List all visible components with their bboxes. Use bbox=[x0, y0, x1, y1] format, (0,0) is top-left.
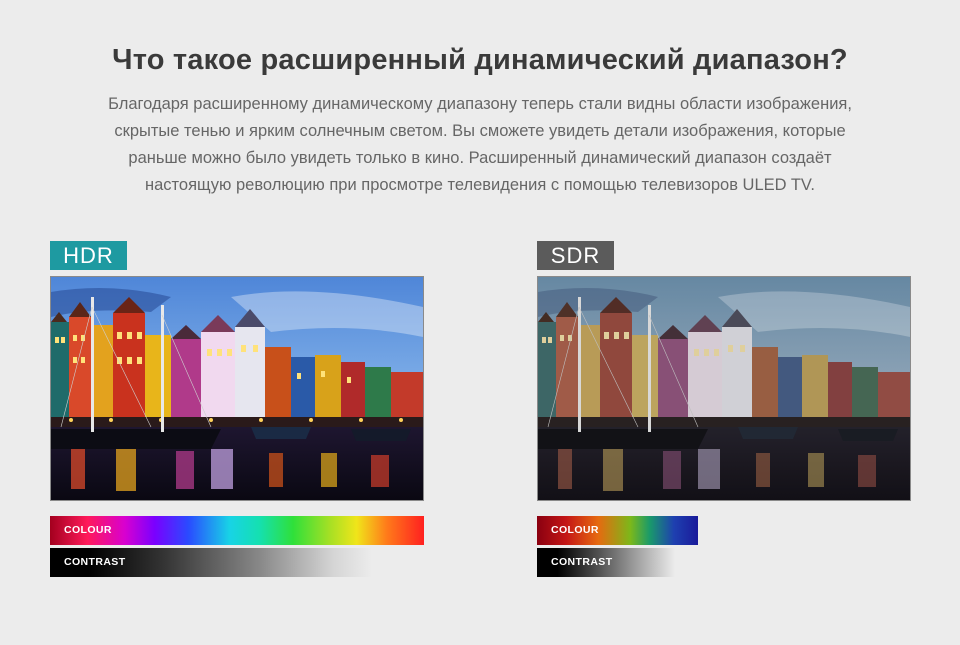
page-description: Благодаря расширенному динамическому диа… bbox=[40, 91, 920, 199]
description-line: скрытые тенью и ярким солнечным светом. … bbox=[114, 122, 846, 140]
sdr-label: SDR bbox=[537, 241, 614, 270]
description-line: настоящую революцию при просмотре телеви… bbox=[144, 176, 815, 194]
sdr-harbor-image bbox=[537, 276, 911, 501]
harbor-illustration bbox=[538, 277, 910, 500]
hdr-harbor-image bbox=[50, 276, 424, 501]
page-title: Что такое расширенный динамический диапа… bbox=[112, 44, 848, 76]
sdr-colour-bar: COLOUR bbox=[537, 516, 698, 545]
hdr-contrast-bar: CONTRAST bbox=[50, 548, 372, 577]
description-line: Благодаря расширенному динамическому диа… bbox=[108, 95, 852, 113]
harbor-illustration bbox=[51, 277, 423, 500]
hdr-colour-bar: COLOUR bbox=[50, 516, 424, 545]
description-line: раньше можно было увидеть только в кино.… bbox=[128, 149, 832, 167]
sdr-contrast-bar: CONTRAST bbox=[537, 548, 675, 577]
hdr-label: HDR bbox=[50, 241, 127, 270]
